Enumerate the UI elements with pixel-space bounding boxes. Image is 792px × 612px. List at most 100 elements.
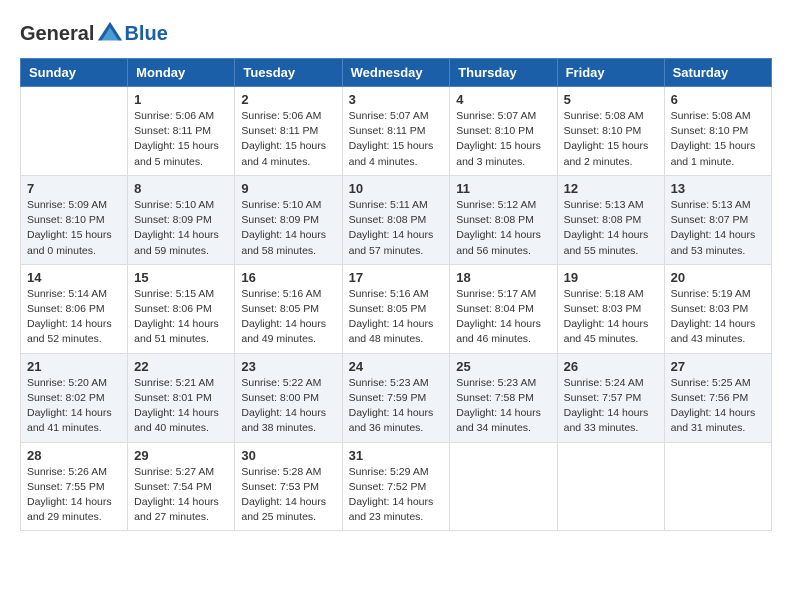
calendar-cell: 10Sunrise: 5:11 AMSunset: 8:08 PMDayligh… bbox=[342, 175, 450, 264]
day-info: Sunrise: 5:10 AMSunset: 8:09 PMDaylight:… bbox=[134, 198, 228, 259]
calendar-cell: 25 Sunrise: 5:23 AMSunset: 7:58 PMDayligh… bbox=[450, 353, 557, 442]
page-header: General Blue bbox=[20, 20, 772, 48]
day-info: Sunrise: 5:08 AMSunset: 8:10 PMDaylight:… bbox=[564, 109, 658, 170]
calendar-cell bbox=[450, 442, 557, 531]
calendar-cell: 8Sunrise: 5:10 AMSunset: 8:09 PMDaylight… bbox=[128, 175, 235, 264]
calendar-cell: 5 Sunrise: 5:08 AMSunset: 8:10 PMDaylight… bbox=[557, 87, 664, 176]
calendar-cell: 29 Sunrise: 5:27 AMSunset: 7:54 PMDayligh… bbox=[128, 442, 235, 531]
calendar-cell: 27 Sunrise: 5:25 AMSunset: 7:56 PMDayligh… bbox=[664, 353, 771, 442]
day-info: Sunrise: 5:24 AMSunset: 7:57 PMDaylight:… bbox=[564, 376, 658, 437]
day-info: Sunrise: 5:07 AMSunset: 8:11 PMDaylight:… bbox=[349, 109, 444, 170]
day-info: Sunrise: 5:06 AMSunset: 8:11 PMDaylight:… bbox=[134, 109, 228, 170]
day-number: 14 bbox=[27, 270, 121, 285]
logo: General Blue bbox=[20, 20, 168, 48]
logo-text-blue: Blue bbox=[124, 23, 167, 46]
calendar-cell bbox=[21, 87, 128, 176]
calendar-cell bbox=[557, 442, 664, 531]
day-info: Sunrise: 5:28 AMSunset: 7:53 PMDaylight:… bbox=[241, 465, 335, 526]
day-number: 22 bbox=[134, 359, 228, 374]
weekday-header-wednesday: Wednesday bbox=[342, 59, 450, 87]
day-number: 2 bbox=[241, 92, 335, 107]
calendar-cell: 18Sunrise: 5:17 AMSunset: 8:04 PMDayligh… bbox=[450, 264, 557, 353]
day-info: Sunrise: 5:10 AMSunset: 8:09 PMDaylight:… bbox=[241, 198, 335, 259]
day-number: 29 bbox=[134, 448, 228, 463]
day-number: 23 bbox=[241, 359, 335, 374]
calendar-cell: 7 Sunrise: 5:09 AMSunset: 8:10 PMDaylight… bbox=[21, 175, 128, 264]
weekday-header-saturday: Saturday bbox=[664, 59, 771, 87]
calendar-cell: 24 Sunrise: 5:23 AMSunset: 7:59 PMDayligh… bbox=[342, 353, 450, 442]
logo-icon bbox=[96, 20, 124, 48]
day-info: Sunrise: 5:09 AMSunset: 8:10 PMDaylight:… bbox=[27, 198, 121, 259]
day-number: 21 bbox=[27, 359, 121, 374]
logo-text-general: General bbox=[20, 23, 94, 46]
day-number: 3 bbox=[349, 92, 444, 107]
day-info: Sunrise: 5:06 AMSunset: 8:11 PMDaylight:… bbox=[241, 109, 335, 170]
calendar-cell: 2 Sunrise: 5:06 AMSunset: 8:11 PMDaylight… bbox=[235, 87, 342, 176]
day-number: 7 bbox=[27, 181, 121, 196]
day-info: Sunrise: 5:21 AMSunset: 8:01 PMDaylight:… bbox=[134, 376, 228, 437]
day-number: 28 bbox=[27, 448, 121, 463]
day-info: Sunrise: 5:17 AMSunset: 8:04 PMDaylight:… bbox=[456, 287, 550, 348]
day-number: 6 bbox=[671, 92, 765, 107]
day-number: 24 bbox=[349, 359, 444, 374]
day-number: 13 bbox=[671, 181, 765, 196]
day-info: Sunrise: 5:16 AMSunset: 8:05 PMDaylight:… bbox=[349, 287, 444, 348]
calendar-cell: 15 Sunrise: 5:15 AMSunset: 8:06 PMDayligh… bbox=[128, 264, 235, 353]
day-info: Sunrise: 5:20 AMSunset: 8:02 PMDaylight:… bbox=[27, 376, 121, 437]
day-info: Sunrise: 5:16 AMSunset: 8:05 PMDaylight:… bbox=[241, 287, 335, 348]
day-info: Sunrise: 5:18 AMSunset: 8:03 PMDaylight:… bbox=[564, 287, 658, 348]
day-number: 26 bbox=[564, 359, 658, 374]
calendar-cell: 13 Sunrise: 5:13 AMSunset: 8:07 PMDayligh… bbox=[664, 175, 771, 264]
day-info: Sunrise: 5:15 AMSunset: 8:06 PMDaylight:… bbox=[134, 287, 228, 348]
day-info: Sunrise: 5:23 AMSunset: 7:58 PMDaylight:… bbox=[456, 376, 550, 437]
day-number: 9 bbox=[241, 181, 335, 196]
day-number: 31 bbox=[349, 448, 444, 463]
day-info: Sunrise: 5:23 AMSunset: 7:59 PMDaylight:… bbox=[349, 376, 444, 437]
calendar-cell: 16 Sunrise: 5:16 AMSunset: 8:05 PMDayligh… bbox=[235, 264, 342, 353]
day-info: Sunrise: 5:07 AMSunset: 8:10 PMDaylight:… bbox=[456, 109, 550, 170]
calendar-week-row: 28 Sunrise: 5:26 AMSunset: 7:55 PMDayligh… bbox=[21, 442, 772, 531]
calendar-week-row: 7 Sunrise: 5:09 AMSunset: 8:10 PMDaylight… bbox=[21, 175, 772, 264]
calendar-cell: 30 Sunrise: 5:28 AMSunset: 7:53 PMDayligh… bbox=[235, 442, 342, 531]
day-number: 12 bbox=[564, 181, 658, 196]
calendar-cell: 11Sunrise: 5:12 AMSunset: 8:08 PMDayligh… bbox=[450, 175, 557, 264]
calendar-cell: 20Sunrise: 5:19 AMSunset: 8:03 PMDayligh… bbox=[664, 264, 771, 353]
calendar-cell: 1Sunrise: 5:06 AMSunset: 8:11 PMDaylight… bbox=[128, 87, 235, 176]
day-number: 17 bbox=[349, 270, 444, 285]
calendar-cell: 17 Sunrise: 5:16 AMSunset: 8:05 PMDayligh… bbox=[342, 264, 450, 353]
day-number: 19 bbox=[564, 270, 658, 285]
calendar-header: SundayMondayTuesdayWednesdayThursdayFrid… bbox=[21, 59, 772, 87]
weekday-header-monday: Monday bbox=[128, 59, 235, 87]
day-info: Sunrise: 5:12 AMSunset: 8:08 PMDaylight:… bbox=[456, 198, 550, 259]
day-number: 10 bbox=[349, 181, 444, 196]
day-number: 27 bbox=[671, 359, 765, 374]
day-info: Sunrise: 5:25 AMSunset: 7:56 PMDaylight:… bbox=[671, 376, 765, 437]
day-number: 16 bbox=[241, 270, 335, 285]
calendar-cell: 22 Sunrise: 5:21 AMSunset: 8:01 PMDayligh… bbox=[128, 353, 235, 442]
calendar-cell: 3 Sunrise: 5:07 AMSunset: 8:11 PMDaylight… bbox=[342, 87, 450, 176]
calendar-cell: 6 Sunrise: 5:08 AMSunset: 8:10 PMDaylight… bbox=[664, 87, 771, 176]
calendar-cell: 23 Sunrise: 5:22 AMSunset: 8:00 PMDayligh… bbox=[235, 353, 342, 442]
weekday-header-tuesday: Tuesday bbox=[235, 59, 342, 87]
weekday-header-row: SundayMondayTuesdayWednesdayThursdayFrid… bbox=[21, 59, 772, 87]
day-number: 5 bbox=[564, 92, 658, 107]
day-info: Sunrise: 5:26 AMSunset: 7:55 PMDaylight:… bbox=[27, 465, 121, 526]
day-info: Sunrise: 5:29 AMSunset: 7:52 PMDaylight:… bbox=[349, 465, 444, 526]
day-number: 25 bbox=[456, 359, 550, 374]
calendar-table: SundayMondayTuesdayWednesdayThursdayFrid… bbox=[20, 58, 772, 531]
calendar-cell: 4Sunrise: 5:07 AMSunset: 8:10 PMDaylight… bbox=[450, 87, 557, 176]
day-number: 30 bbox=[241, 448, 335, 463]
calendar-week-row: 1Sunrise: 5:06 AMSunset: 8:11 PMDaylight… bbox=[21, 87, 772, 176]
calendar-cell: 9 Sunrise: 5:10 AMSunset: 8:09 PMDaylight… bbox=[235, 175, 342, 264]
calendar-cell: 19 Sunrise: 5:18 AMSunset: 8:03 PMDayligh… bbox=[557, 264, 664, 353]
day-number: 15 bbox=[134, 270, 228, 285]
calendar-cell: 12Sunrise: 5:13 AMSunset: 8:08 PMDayligh… bbox=[557, 175, 664, 264]
day-info: Sunrise: 5:27 AMSunset: 7:54 PMDaylight:… bbox=[134, 465, 228, 526]
day-info: Sunrise: 5:22 AMSunset: 8:00 PMDaylight:… bbox=[241, 376, 335, 437]
calendar-cell: 31 Sunrise: 5:29 AMSunset: 7:52 PMDayligh… bbox=[342, 442, 450, 531]
day-info: Sunrise: 5:19 AMSunset: 8:03 PMDaylight:… bbox=[671, 287, 765, 348]
day-info: Sunrise: 5:08 AMSunset: 8:10 PMDaylight:… bbox=[671, 109, 765, 170]
day-info: Sunrise: 5:13 AMSunset: 8:07 PMDaylight:… bbox=[671, 198, 765, 259]
calendar-cell: 21 Sunrise: 5:20 AMSunset: 8:02 PMDayligh… bbox=[21, 353, 128, 442]
calendar-body: 1Sunrise: 5:06 AMSunset: 8:11 PMDaylight… bbox=[21, 87, 772, 531]
